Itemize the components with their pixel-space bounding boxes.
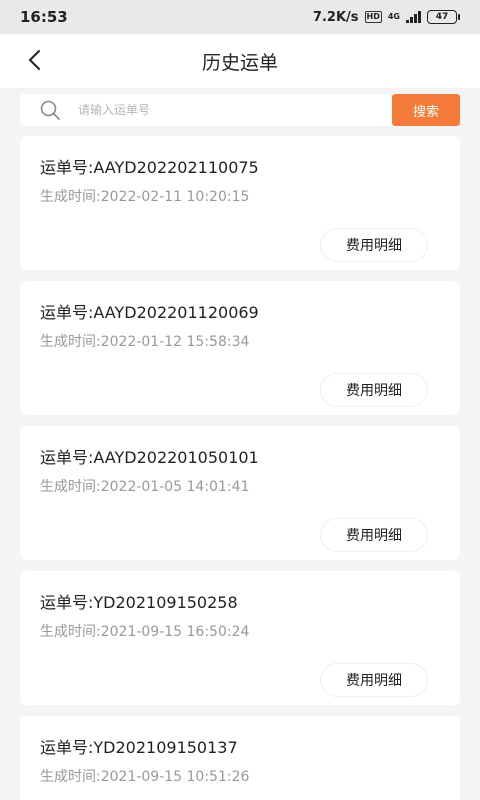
fee-detail-button[interactable]: 费用明细 — [320, 373, 428, 407]
search-input[interactable] — [70, 94, 392, 126]
order-created-time: 生成时间:2021-09-15 16:50:24 — [40, 624, 250, 640]
network-speed: 7.2K/s — [312, 9, 359, 25]
order-number: 运单号:AAYD202201120069 — [40, 303, 259, 322]
order-created-time: 生成时间:2021-09-15 10:51:26 — [40, 769, 250, 785]
network-type-icon: 4G — [388, 13, 400, 21]
signal-icon — [406, 11, 421, 23]
search-icon — [30, 94, 70, 126]
battery-icon: 47 — [427, 10, 460, 24]
chevron-left-icon — [29, 50, 40, 70]
order-created-time: 生成时间:2022-02-11 10:20:15 — [40, 189, 250, 205]
fee-detail-button[interactable]: 费用明细 — [320, 228, 428, 262]
order-card[interactable]: 运单号:AAYD202201120069 生成时间:2022-01-12 15:… — [20, 281, 460, 415]
order-card[interactable]: 运单号:YD202109150258 生成时间:2021-09-15 16:50… — [20, 571, 460, 705]
page-title: 历史运单 — [201, 51, 278, 74]
order-card[interactable]: 运单号:AAYD202201050101 生成时间:2022-01-05 14:… — [20, 426, 460, 560]
search-bar: 搜索 — [20, 94, 460, 126]
order-number: 运单号:AAYD202202110075 — [40, 158, 259, 177]
fee-detail-button[interactable]: 费用明细 — [320, 518, 428, 552]
status-time: 16:53 — [20, 8, 68, 26]
order-card[interactable]: 运单号:AAYD202202110075 生成时间:2022-02-11 10:… — [20, 136, 460, 270]
battery-level: 47 — [427, 10, 457, 24]
search-button[interactable]: 搜索 — [392, 94, 460, 126]
network-type-label: 4G — [387, 12, 400, 21]
app-header: 历史运单 — [0, 34, 480, 88]
status-bar: 16:53 7.2K/s HD 4G 47 — [0, 0, 480, 34]
order-created-time: 生成时间:2022-01-12 15:58:34 — [40, 334, 250, 350]
hd-icon: HD — [364, 11, 382, 23]
order-created-time: 生成时间:2022-01-05 14:01:41 — [40, 479, 250, 495]
order-number: 运单号:YD202109150137 — [40, 738, 238, 757]
back-button[interactable] — [20, 46, 48, 74]
order-number: 运单号:AAYD202201050101 — [40, 448, 259, 467]
order-number: 运单号:YD202109150258 — [40, 593, 238, 612]
status-indicators: 7.2K/s HD 4G 47 — [313, 10, 460, 25]
fee-detail-button[interactable]: 费用明细 — [320, 663, 428, 697]
order-card[interactable]: 运单号:YD202109150137 生成时间:2021-09-15 10:51… — [20, 716, 460, 800]
